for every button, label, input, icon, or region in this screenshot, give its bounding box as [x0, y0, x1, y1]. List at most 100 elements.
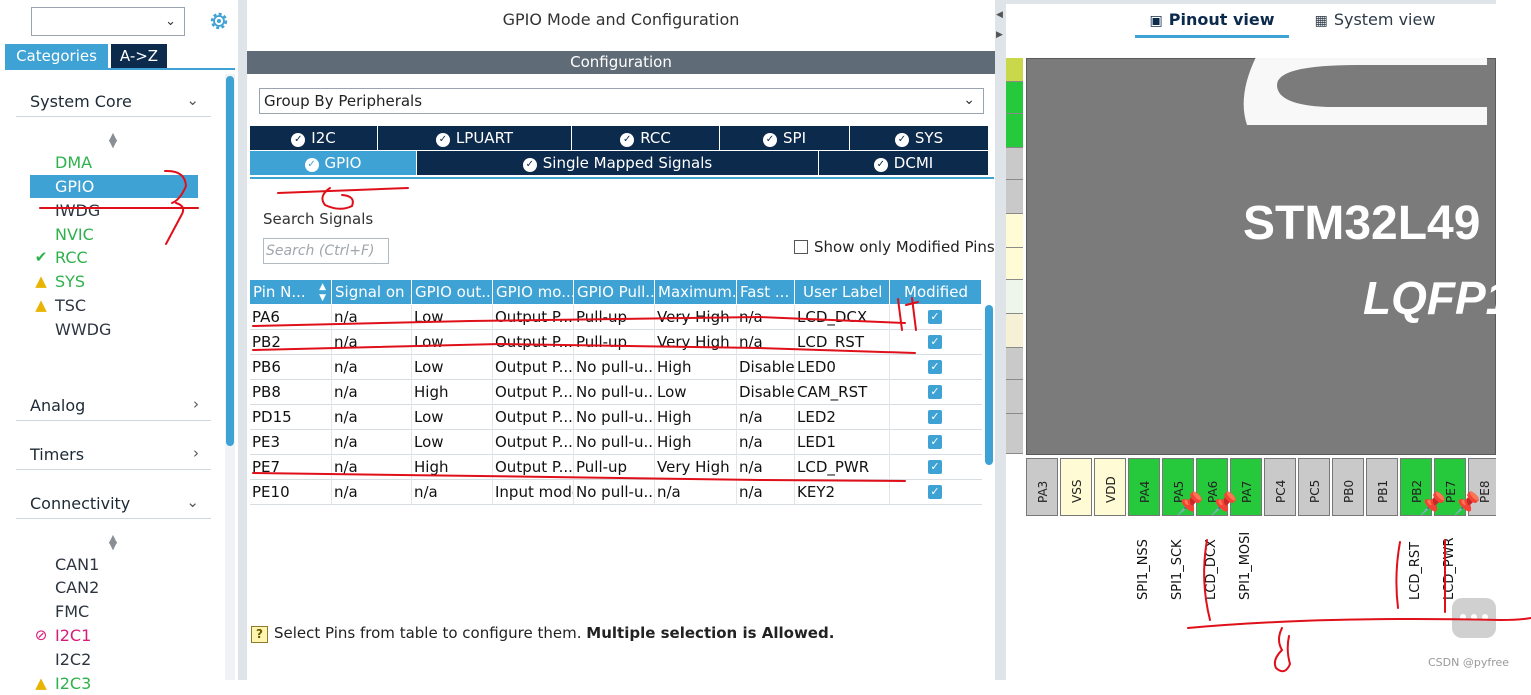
search-signals-input[interactable]: Search (Ctrl+F): [263, 238, 389, 264]
group-by-select[interactable]: Group By Peripherals ⌄: [259, 88, 984, 114]
chat-icon[interactable]: [1452, 598, 1496, 638]
category-item-dma[interactable]: DMA: [30, 151, 198, 174]
tab-dcmi[interactable]: ✓ DCMI: [819, 151, 989, 175]
chevron-right-icon[interactable]: ›: [193, 444, 199, 462]
table-scroll-thumb[interactable]: [985, 305, 993, 465]
tab-pinout-view[interactable]: ▣ Pinout view: [1135, 10, 1289, 38]
pin[interactable]: [1006, 180, 1023, 214]
category-item-wwdg[interactable]: WWDG: [30, 318, 198, 341]
table-cell[interactable]: n/a: [737, 405, 795, 430]
table-cell[interactable]: Low: [655, 380, 737, 405]
pin[interactable]: [1006, 414, 1023, 454]
category-item-i2c3[interactable]: ▲ I2C3: [30, 672, 198, 695]
arrow-right-icon[interactable]: ▶: [996, 30, 1003, 40]
table-cell[interactable]: Very High: [655, 305, 737, 330]
tab-spi[interactable]: ✓ SPI: [720, 126, 850, 150]
modified-checkbox[interactable]: ✓: [928, 460, 942, 474]
table-cell[interactable]: Very High: [655, 330, 737, 355]
gear-icon[interactable]: [207, 9, 231, 33]
category-search-combo[interactable]: ⌄: [31, 7, 185, 36]
table-cell[interactable]: n/a: [737, 430, 795, 455]
pin-pc4[interactable]: PC4: [1264, 458, 1296, 516]
table-cell[interactable]: Output P...: [493, 455, 574, 480]
table-cell[interactable]: PD15: [250, 405, 332, 430]
column-header[interactable]: GPIO out...: [412, 280, 493, 304]
table-cell[interactable]: n/a: [737, 305, 795, 330]
table-cell[interactable]: n/a: [332, 330, 412, 355]
category-item-can2[interactable]: CAN2: [30, 576, 198, 599]
table-cell[interactable]: Output P...: [493, 380, 574, 405]
chevron-down-icon[interactable]: ⌄: [186, 91, 199, 109]
pin-vdd[interactable]: VDD: [1094, 458, 1126, 516]
modified-checkbox[interactable]: ✓: [928, 410, 942, 424]
table-cell[interactable]: Low: [412, 330, 493, 355]
category-item-i2c2[interactable]: I2C2: [30, 648, 198, 671]
table-cell[interactable]: High: [655, 405, 737, 430]
pin[interactable]: [1006, 248, 1023, 280]
sort-icon[interactable]: ▲ ▼: [106, 533, 120, 551]
table-row[interactable]: PA6 n/a Low Output P... Pull-up Very High n/a L…: [250, 305, 982, 330]
checkbox-box[interactable]: [794, 240, 808, 254]
modified-checkbox[interactable]: ✓: [928, 310, 942, 324]
modified-checkbox[interactable]: ✓: [928, 385, 942, 399]
table-cell[interactable]: PA6: [250, 305, 332, 330]
section-timers[interactable]: Timers ›: [16, 442, 211, 470]
table-row[interactable]: PD15 n/a Low Output P... No pull-u... High n/a…: [250, 405, 982, 430]
category-item-iwdg[interactable]: IWDG: [30, 199, 198, 222]
table-cell[interactable]: n/a: [332, 380, 412, 405]
column-header[interactable]: Fast ...: [737, 280, 795, 304]
table-cell[interactable]: n/a: [655, 480, 737, 505]
table-cell[interactable]: PE7: [250, 455, 332, 480]
tab-rcc[interactable]: ✓ RCC: [572, 126, 720, 150]
table-cell[interactable]: Low: [412, 405, 493, 430]
pin[interactable]: [1006, 58, 1023, 82]
pin[interactable]: [1006, 114, 1023, 148]
table-cell[interactable]: Very High: [655, 455, 737, 480]
modified-checkbox[interactable]: ✓: [928, 435, 942, 449]
table-cell[interactable]: Pull-up: [574, 330, 655, 355]
table-cell[interactable]: n/a: [412, 480, 493, 505]
tab-sys[interactable]: ✓ SYS: [850, 126, 989, 150]
tab-i2c[interactable]: ✓ I2C: [250, 126, 378, 150]
pin[interactable]: [1006, 314, 1023, 348]
table-row[interactable]: PE3 n/a Low Output P... No pull-u... High n/a L…: [250, 430, 982, 455]
table-cell[interactable]: LED1: [795, 430, 890, 455]
table-cell[interactable]: LCD_PWR: [795, 455, 890, 480]
table-cell[interactable]: n/a: [332, 430, 412, 455]
table-cell[interactable]: PB8: [250, 380, 332, 405]
table-cell[interactable]: LED0: [795, 355, 890, 380]
tab-gpio[interactable]: ✓ GPIO: [250, 151, 417, 175]
category-item-fmc[interactable]: FMC: [30, 600, 198, 623]
modified-checkbox[interactable]: ✓: [928, 485, 942, 499]
table-cell[interactable]: No pull-u...: [574, 355, 655, 380]
table-cell[interactable]: Low: [412, 305, 493, 330]
table-cell[interactable]: n/a: [332, 480, 412, 505]
table-cell[interactable]: n/a: [332, 405, 412, 430]
sort-icon[interactable]: ▲ ▼: [106, 131, 120, 149]
section-analog[interactable]: Analog ›: [16, 393, 211, 421]
panel-splitter-right[interactable]: ◀ ▶: [995, 0, 1006, 680]
modified-checkbox[interactable]: ✓: [928, 360, 942, 374]
table-cell[interactable]: High: [655, 355, 737, 380]
category-item-can1[interactable]: CAN1: [30, 553, 198, 576]
column-header[interactable]: Maximum...: [655, 280, 737, 304]
mcu-chip[interactable]: STM32L49 LQFP1: [1026, 58, 1496, 455]
table-cell[interactable]: n/a: [332, 455, 412, 480]
pin[interactable]: [1006, 214, 1023, 248]
column-header[interactable]: GPIO Pull...: [574, 280, 655, 304]
table-cell[interactable]: CAM_RST: [795, 380, 890, 405]
category-item-nvic[interactable]: NVIC: [30, 223, 198, 246]
column-header[interactable]: User Label: [795, 280, 890, 304]
table-cell[interactable]: No pull-u...: [574, 405, 655, 430]
pin-pa4[interactable]: PA4: [1128, 458, 1160, 516]
table-cell[interactable]: n/a: [737, 480, 795, 505]
panel-splitter-left[interactable]: [238, 0, 247, 680]
column-header[interactable]: Modified: [890, 280, 982, 304]
category-item-rcc[interactable]: ✔ RCC: [30, 246, 198, 269]
arrow-left-icon[interactable]: ◀: [996, 10, 1003, 20]
table-cell[interactable]: Output P...: [493, 305, 574, 330]
pin[interactable]: [1006, 82, 1023, 114]
table-row[interactable]: PE7 n/a High Output P... Pull-up Very High n/a…: [250, 455, 982, 480]
section-system-core[interactable]: System Core ⌄: [16, 89, 211, 117]
table-cell[interactable]: n/a: [737, 330, 795, 355]
